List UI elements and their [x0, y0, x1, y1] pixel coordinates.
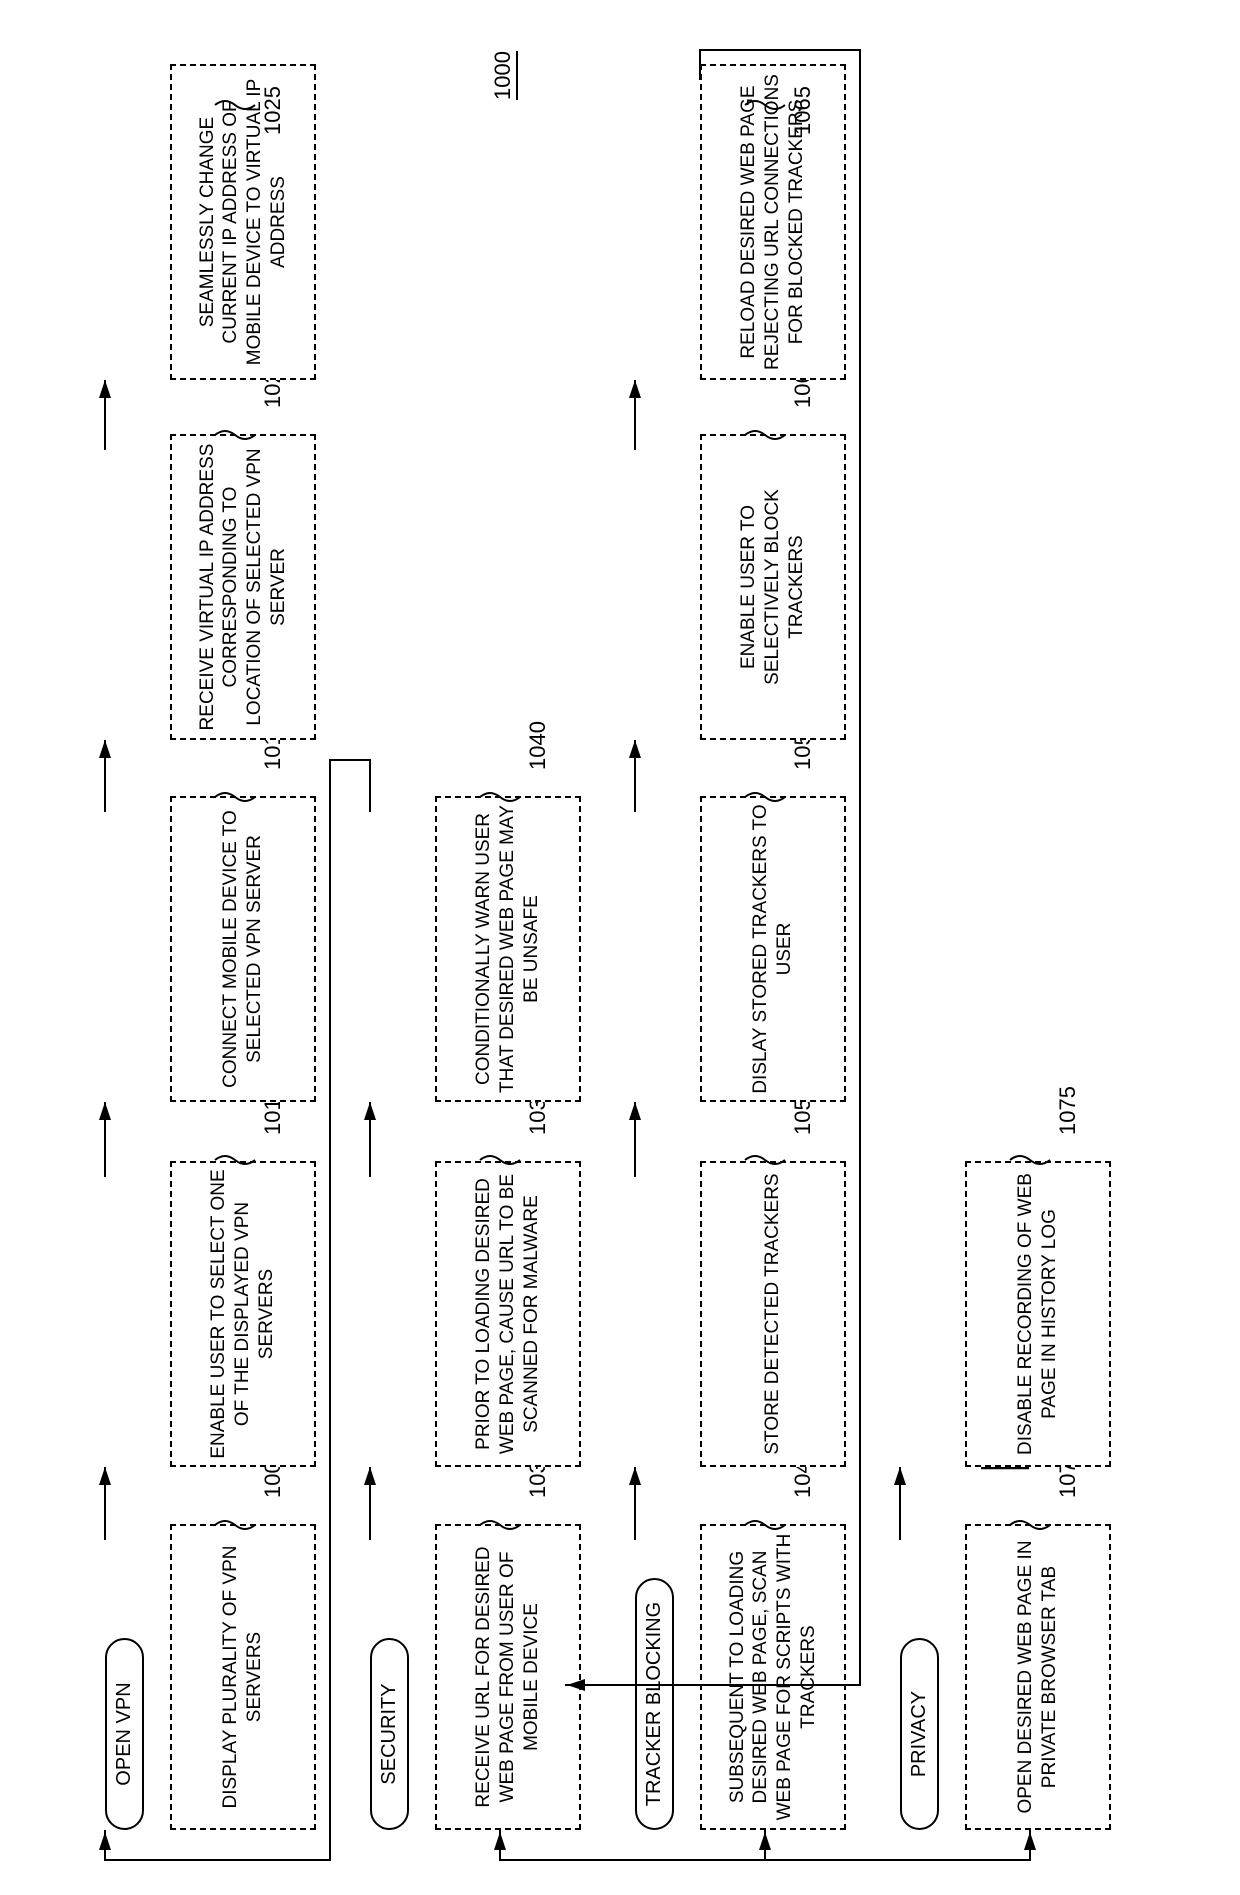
connectors-layer [0, 0, 1240, 1895]
diagram-page: 1000 FIG. 2 OPEN VPN DISPLAY PLURALITY O… [0, 0, 1240, 1895]
